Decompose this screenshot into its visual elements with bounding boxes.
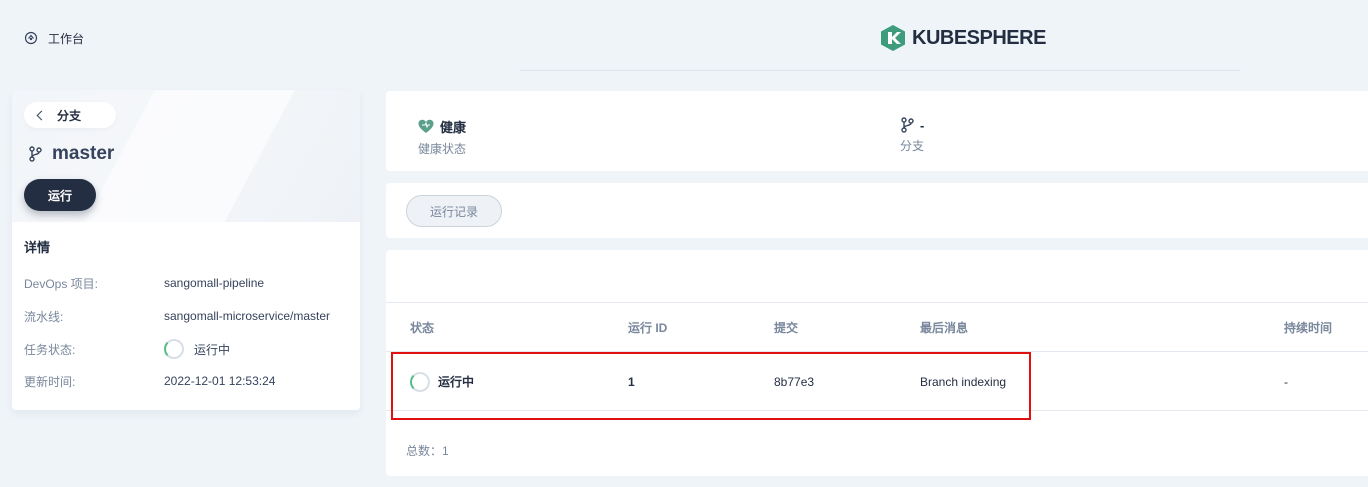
branch-detail-panel: 分支 master 运行 详情 DevOps 项目: sangomall-pip… — [12, 90, 360, 410]
branch-stat: - 分支 — [900, 117, 924, 154]
detail-key: 流水线: — [24, 309, 64, 324]
detail-devops-project: DevOps 项目: sangomall-pipeline — [24, 273, 354, 293]
detail-task-status: 任务状态: 运行中 — [24, 339, 354, 359]
table-header: 状态 运行 ID 提交 最后消息 持续时间 — [386, 304, 1368, 352]
branch-name: master — [52, 143, 115, 164]
row-status: 运行中 — [410, 353, 474, 410]
kubesphere-logo[interactable]: KUBESPHERE — [880, 24, 1046, 52]
back-to-branches-button[interactable]: 分支 — [24, 102, 116, 128]
detail-key: 任务状态: — [24, 342, 76, 357]
column-run-id[interactable]: 运行 ID — [628, 304, 667, 351]
row-status-text: 运行中 — [438, 375, 475, 389]
workbench-icon — [24, 31, 38, 45]
top-divider — [520, 70, 1240, 71]
branch-value: - — [920, 117, 925, 133]
chevron-left-icon — [36, 110, 47, 120]
table-total: 总数：1 — [406, 444, 449, 458]
column-commit[interactable]: 提交 — [774, 304, 798, 351]
detail-key: 更新时间: — [24, 374, 76, 389]
row-commit[interactable]: 8b77e3 — [774, 353, 814, 410]
branch-icon — [901, 117, 914, 133]
column-status[interactable]: 状态 — [410, 304, 434, 351]
row-run-id: 1 — [628, 374, 635, 389]
column-last-message[interactable]: 最后消息 — [920, 304, 968, 351]
column-duration[interactable]: 持续时间 — [1284, 304, 1332, 351]
detail-pipeline: 流水线: sangomall-microservice/master — [24, 306, 354, 326]
health-value: 健康 — [440, 120, 467, 135]
workbench-link[interactable]: 工作台 — [24, 28, 84, 48]
row-last-message: Branch indexing — [920, 374, 1007, 389]
top-bar: 工作台 KUBESPHERE — [0, 0, 1368, 72]
detail-value: 运行中 — [164, 339, 230, 359]
health-stat: 健康 健康状态 — [418, 117, 466, 157]
detail-updated-time: 更新时间: 2022-12-01 12:53:24 — [24, 371, 354, 391]
status-overview-card: 健康 健康状态 - 分支 — [386, 91, 1368, 171]
health-label: 健康状态 — [418, 142, 467, 156]
row-duration: - — [1284, 374, 1288, 389]
tab-run-records[interactable]: 运行记录 — [406, 195, 502, 227]
detail-value: sangomall-microservice/master — [164, 309, 331, 323]
run-button[interactable]: 运行 — [24, 179, 96, 211]
running-spinner-icon — [164, 339, 184, 359]
run-records-table: 状态 运行 ID 提交 最后消息 持续时间 运行中 1 8b77e3 Branc… — [386, 250, 1368, 476]
workbench-label: 工作台 — [48, 31, 85, 46]
branch-label: 分支 — [900, 139, 925, 153]
branch-title: master — [28, 142, 114, 166]
running-spinner-icon — [410, 371, 430, 392]
table-toolbar — [386, 250, 1368, 303]
table-row[interactable]: 运行中 1 8b77e3 Branch indexing - — [386, 353, 1368, 411]
back-label: 分支 — [57, 108, 82, 123]
branch-icon — [29, 146, 42, 162]
details-title: 详情 — [24, 240, 51, 255]
kubesphere-logo-icon — [881, 25, 905, 51]
logo-text: KUBESPHERE — [912, 26, 1046, 49]
detail-value: sangomall-pipeline — [164, 276, 265, 290]
detail-key: DevOps 项目: — [24, 276, 99, 291]
detail-value: 2022-12-01 12:53:24 — [164, 374, 276, 388]
task-status-text: 运行中 — [194, 342, 231, 357]
health-heart-icon — [418, 119, 434, 133]
tabs-card: 运行记录 — [386, 183, 1368, 238]
